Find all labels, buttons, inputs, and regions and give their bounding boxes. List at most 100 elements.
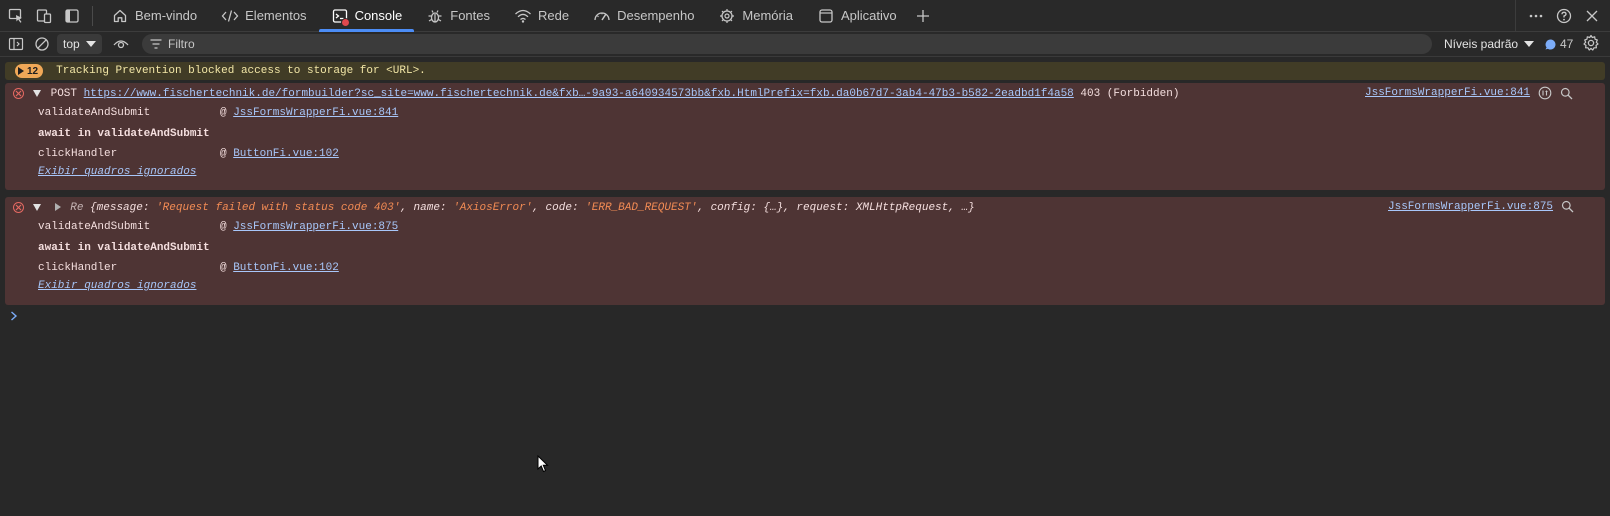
console-icon <box>331 7 350 27</box>
tab-application[interactable]: Aplicativo <box>805 0 909 32</box>
source-location-link[interactable]: JssFormsWrapperFi.vue:841 <box>1365 87 1530 99</box>
collapse-triangle-icon[interactable] <box>33 89 41 97</box>
dropdown-arrow-icon <box>1524 41 1535 47</box>
stack-location-link[interactable]: JssFormsWrapperFi.vue:841 <box>233 107 398 119</box>
object-value: 'AxiosError' <box>453 202 533 214</box>
chip-icon <box>718 7 736 25</box>
tab-memory[interactable]: Memória <box>706 0 805 32</box>
stack-async-separator: await in validateAndSubmit <box>38 242 210 254</box>
tab-label: Rede <box>538 8 570 23</box>
object-key: name <box>413 202 440 214</box>
tab-label: Memória <box>742 8 793 23</box>
tab-label: Elementos <box>245 8 307 23</box>
stack-location-link[interactable]: ButtonFi.vue:102 <box>233 148 339 160</box>
expand-triangle-icon <box>18 67 24 75</box>
code-icon <box>221 7 239 25</box>
context-label: top <box>63 37 80 51</box>
issues-message-icon <box>1545 39 1556 49</box>
object-key: code <box>545 202 572 214</box>
more-options-icon[interactable] <box>1522 0 1550 32</box>
error-icon <box>13 88 24 99</box>
object-value: 'Request failed with status code 403' <box>156 202 401 214</box>
colon: : <box>571 202 586 214</box>
tab-label: Aplicativo <box>841 8 897 23</box>
add-tool-icon[interactable] <box>909 0 937 32</box>
comma: , <box>783 202 797 214</box>
search-icon[interactable] <box>1561 200 1574 213</box>
help-icon[interactable] <box>1550 0 1578 32</box>
request-method: POST <box>50 88 78 100</box>
tab-network[interactable]: Rede <box>502 0 581 32</box>
context-selector[interactable]: top <box>57 34 102 54</box>
object-value: XMLHttpRequest <box>855 202 949 214</box>
console-filter-bar: top Níveis padrão 47 <box>0 32 1610 57</box>
warning-count-badge[interactable]: 12 <box>15 64 44 78</box>
sidebar-toggle-icon[interactable] <box>3 32 29 56</box>
colon: : <box>750 202 764 214</box>
console-error-post-403: POST https://www.fischertechnik.de/formb… <box>5 83 1605 190</box>
stack-function: validateAndSubmit <box>38 107 151 119</box>
source-location-link[interactable]: JssFormsWrapperFi.vue:875 <box>1388 201 1553 213</box>
stack-location-link[interactable]: ButtonFi.vue:102 <box>233 262 339 274</box>
tab-label: Fontes <box>450 8 491 23</box>
log-levels-label: Níveis padrão <box>1444 37 1519 51</box>
warning-count: 12 <box>27 65 39 77</box>
show-ignored-frames-link[interactable]: Exibir quadros ignorados <box>38 280 196 292</box>
dock-side-icon[interactable] <box>58 0 86 32</box>
issues-count: 47 <box>1560 37 1574 51</box>
response-status: 403 (Forbidden) <box>1080 88 1180 100</box>
error-indicator-dot <box>340 17 350 27</box>
tabbar-right-tools <box>1515 0 1610 32</box>
comma: , <box>532 202 546 214</box>
tab-elements[interactable]: Elementos <box>209 0 318 32</box>
tab-label: Bem-vindo <box>135 8 198 23</box>
tab-console[interactable]: Console <box>318 0 415 32</box>
warning-message: Tracking Prevention blocked access to st… <box>56 65 426 77</box>
tab-label: Desempenho <box>617 8 695 23</box>
at-sign: @ <box>220 221 234 233</box>
search-icon[interactable] <box>1560 87 1573 100</box>
at-sign: @ <box>220 148 234 160</box>
collapse-triangle-icon[interactable] <box>33 203 41 211</box>
devtools-tab-bar: Bem-vindo Elementos Console Fontes Rede … <box>0 0 1610 32</box>
comma: , <box>400 202 414 214</box>
stack-function: clickHandler <box>38 262 118 274</box>
stack-function: clickHandler <box>38 148 118 160</box>
close-icon[interactable] <box>1578 0 1606 32</box>
log-levels-dropdown[interactable]: Níveis padrão <box>1444 34 1535 54</box>
filter-input-box[interactable] <box>142 34 1432 54</box>
filter-input[interactable] <box>168 37 1368 51</box>
tab-performance[interactable]: Desempenho <box>581 0 706 32</box>
tab-label: Console <box>354 8 403 23</box>
home-icon <box>111 7 129 25</box>
tracking-prevention-warning[interactable]: 12 Tracking Prevention blocked access to… <box>5 62 1605 80</box>
app-window-icon <box>817 7 835 25</box>
tab-sources[interactable]: Fontes <box>414 0 502 32</box>
show-ignored-frames-link[interactable]: Exibir quadros ignorados <box>38 166 196 178</box>
object-class-prefix: Re <box>70 202 84 214</box>
colon: : <box>439 202 454 214</box>
request-url-link[interactable]: https://www.fischertechnik.de/formbuilde… <box>84 88 1074 100</box>
gauge-icon <box>593 7 611 25</box>
toolbar-divider <box>1515 0 1516 32</box>
tab-welcome[interactable]: Bem-vindo <box>99 0 209 32</box>
bug-icon <box>426 7 444 25</box>
console-error-axios: Re {message: 'Request failed with status… <box>5 197 1605 305</box>
comma: , <box>948 202 962 214</box>
object-key: message <box>96 202 143 214</box>
clear-console-icon[interactable] <box>29 32 55 56</box>
device-emulation-icon[interactable] <box>30 0 58 32</box>
console-prompt-chevron-icon[interactable] <box>10 311 18 321</box>
stack-async-separator: await in validateAndSubmit <box>38 128 210 140</box>
object-value: 'ERR_BAD_REQUEST' <box>585 202 698 214</box>
issues-counter[interactable]: 47 <box>1545 34 1573 54</box>
inspect-element-icon[interactable] <box>2 0 30 32</box>
dropdown-arrow-icon <box>85 41 96 47</box>
console-settings-gear-icon[interactable] <box>1582 34 1600 52</box>
stack-location-link[interactable]: JssFormsWrapperFi.vue:875 <box>233 221 398 233</box>
mouse-pointer-icon <box>537 455 549 473</box>
live-expression-eye-icon[interactable] <box>108 32 134 56</box>
ai-explain-icon[interactable] <box>1538 86 1552 100</box>
toolbar-divider <box>92 5 93 26</box>
expand-object-triangle-icon[interactable] <box>54 203 61 212</box>
